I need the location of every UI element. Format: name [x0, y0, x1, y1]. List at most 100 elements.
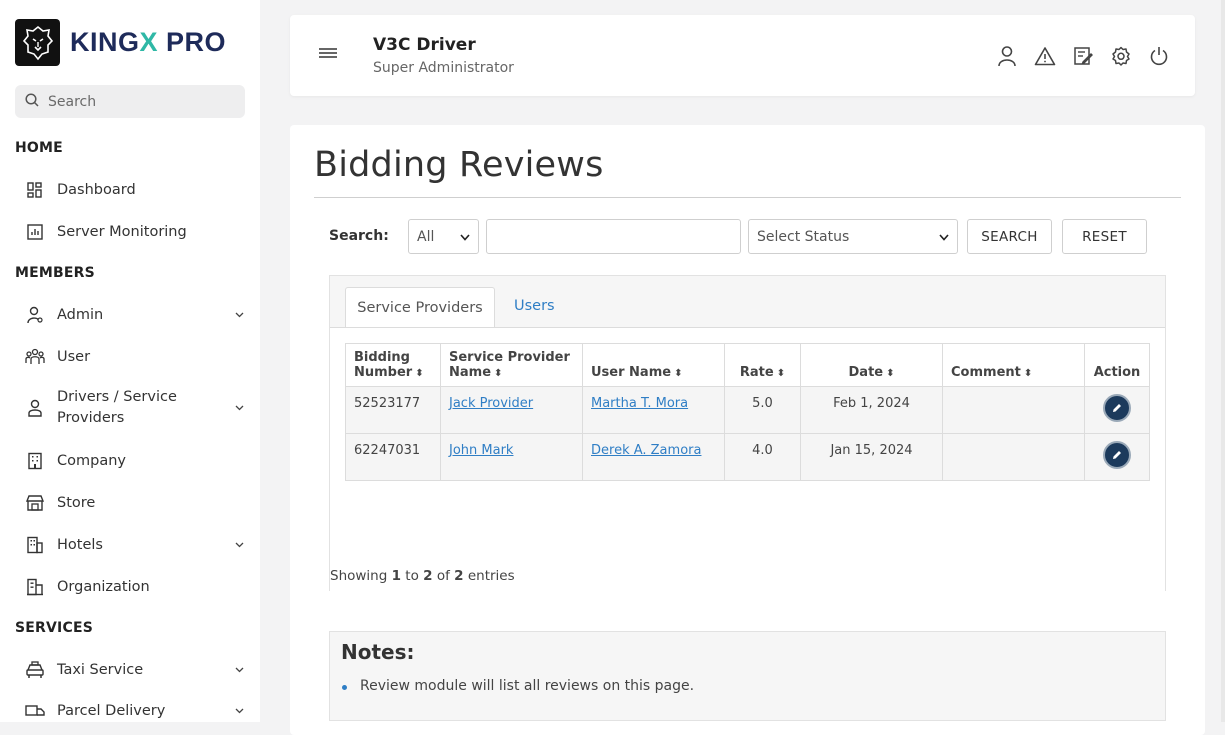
cell-action — [1084, 386, 1150, 434]
sort-icon: ⬍ — [494, 368, 503, 379]
search-label: Search: — [329, 228, 389, 244]
dashboard-icon — [24, 179, 46, 201]
hotel-icon — [24, 534, 46, 556]
status-selected: Select Status — [757, 228, 850, 245]
sidebar-item-label: Parcel Delivery — [57, 702, 166, 719]
sidebar-search-input[interactable] — [46, 92, 230, 111]
header-title: V3C Driver — [373, 35, 476, 55]
settings-gear-icon[interactable] — [1110, 45, 1132, 67]
sidebar-item-label: User — [57, 348, 91, 365]
cell-comment — [942, 433, 1085, 481]
tab-service-providers[interactable]: Service Providers — [345, 287, 495, 328]
sidebar-item-label: Organization — [57, 578, 150, 595]
organization-icon — [24, 576, 46, 598]
edit-button[interactable] — [1103, 441, 1131, 469]
sidebar-item-label: Admin — [57, 306, 104, 323]
tab-users[interactable]: Users — [514, 298, 555, 314]
search-field-select[interactable]: All — [408, 219, 479, 254]
cell-action — [1084, 433, 1150, 481]
title-divider — [314, 197, 1181, 198]
brand-logo[interactable]: KINGX PRO — [15, 19, 226, 66]
col-user-name[interactable]: User Name ⬍ — [582, 343, 725, 387]
sidebar-item-label: Server Monitoring — [57, 223, 187, 240]
user-link[interactable]: Martha T. Mora — [591, 396, 688, 411]
chevron-down-icon — [232, 708, 246, 714]
cell-user: Derek A. Zamora — [582, 433, 725, 481]
sidebar-item-server-monitoring[interactable]: Server Monitoring — [24, 221, 246, 243]
chevron-down-icon — [939, 229, 949, 245]
col-comment[interactable]: Comment ⬍ — [942, 343, 1085, 387]
pencil-icon — [1113, 404, 1121, 412]
sidebar-item-user[interactable]: User — [24, 346, 246, 368]
profile-icon[interactable] — [996, 45, 1018, 67]
sidebar-item-parcel-delivery[interactable]: Parcel Delivery — [24, 700, 246, 722]
store-icon — [24, 492, 46, 514]
cell-rate: 5.0 — [724, 386, 801, 434]
cell-comment — [942, 386, 1085, 434]
edit-button[interactable] — [1103, 394, 1131, 422]
search-button[interactable]: SEARCH — [967, 219, 1052, 254]
cell-bidding-number: 52523177 — [345, 386, 441, 434]
building-icon — [24, 450, 46, 472]
menu-icon[interactable] — [318, 45, 338, 65]
cell-provider: John Mark — [440, 433, 583, 481]
reviews-panel: Service Providers Users Bidding Number ⬍ S… — [329, 275, 1166, 592]
chevron-down-icon — [232, 405, 246, 411]
reset-button[interactable]: RESET — [1062, 219, 1147, 254]
table-header-row: Bidding Number ⬍ Service Provider Name ⬍ Use… — [345, 343, 1150, 387]
col-rate[interactable]: Rate ⬍ — [724, 343, 801, 387]
notes-item: Review module will list all reviews on t… — [360, 678, 695, 694]
provider-link[interactable]: Jack Provider — [449, 396, 533, 411]
cell-bidding-number: 62247031 — [345, 433, 441, 481]
sidebar-item-label: Dashboard — [57, 181, 136, 198]
section-services: SERVICES — [15, 620, 93, 636]
section-home: HOME — [15, 140, 63, 156]
header-subtitle: Super Administrator — [373, 60, 514, 76]
brand-name: KINGX PRO — [70, 27, 227, 57]
sidebar-item-taxi-service[interactable]: Taxi Service — [24, 659, 246, 681]
page-scrollbar[interactable] — [1221, 0, 1225, 722]
search-keyword-input[interactable] — [486, 219, 741, 254]
user-link[interactable]: Derek A. Zamora — [591, 443, 701, 458]
admin-user-icon — [24, 304, 46, 326]
sort-icon: ⬍ — [776, 368, 786, 379]
sidebar-item-hotels[interactable]: Hotels — [24, 534, 246, 556]
cell-user: Martha T. Mora — [582, 386, 725, 434]
taxi-icon — [24, 659, 46, 681]
warning-icon[interactable] — [1034, 45, 1056, 67]
power-icon[interactable] — [1148, 45, 1170, 67]
search-icon — [25, 92, 39, 111]
status-select[interactable]: Select Status — [748, 219, 958, 254]
sort-icon: ⬍ — [1023, 368, 1033, 379]
sidebar-item-admin[interactable]: Admin — [24, 304, 246, 326]
col-date[interactable]: Date ⬍ — [800, 343, 943, 387]
users-group-icon — [24, 346, 46, 368]
sidebar-item-dashboard[interactable]: Dashboard — [24, 179, 246, 201]
table-row: 62247031 John Mark Derek A. Zamora 4.0 J… — [345, 433, 1150, 481]
sidebar-item-label: Taxi Service — [57, 661, 144, 678]
col-bidding-number[interactable]: Bidding Number ⬍ — [345, 343, 441, 387]
edit-note-icon[interactable] — [1072, 45, 1094, 67]
sort-icon: ⬍ — [886, 368, 895, 379]
search-field-selected: All — [417, 228, 435, 245]
sidebar: KINGX PRO HOME Dashboard Server Monitori… — [0, 0, 260, 722]
pencil-icon — [1113, 451, 1121, 459]
main-content: Bidding Reviews Search: All Select Statu… — [290, 125, 1205, 735]
provider-link[interactable]: John Mark — [449, 443, 513, 458]
pagination-info: Showing 1 to 2 of 2 entries — [330, 568, 515, 584]
chart-icon — [24, 221, 46, 243]
notes-title: Notes: — [341, 640, 415, 664]
chevron-down-icon — [232, 667, 246, 673]
sidebar-item-label: Drivers / Service Providers — [57, 389, 177, 426]
header-actions — [996, 45, 1170, 67]
sidebar-item-company[interactable]: Company — [24, 450, 246, 472]
sidebar-item-store[interactable]: Store — [24, 492, 246, 514]
chevron-down-icon — [232, 312, 246, 318]
chevron-down-icon — [460, 229, 470, 245]
table-row: 52523177 Jack Provider Martha T. Mora 5.… — [345, 386, 1150, 434]
sidebar-search[interactable] — [15, 85, 245, 118]
col-provider-name[interactable]: Service Provider Name ⬍ — [440, 343, 583, 387]
sidebar-item-drivers[interactable]: Drivers / Service Providers — [24, 387, 246, 429]
top-header: V3C Driver Super Administrator — [290, 15, 1195, 96]
sidebar-item-organization[interactable]: Organization — [24, 576, 246, 598]
